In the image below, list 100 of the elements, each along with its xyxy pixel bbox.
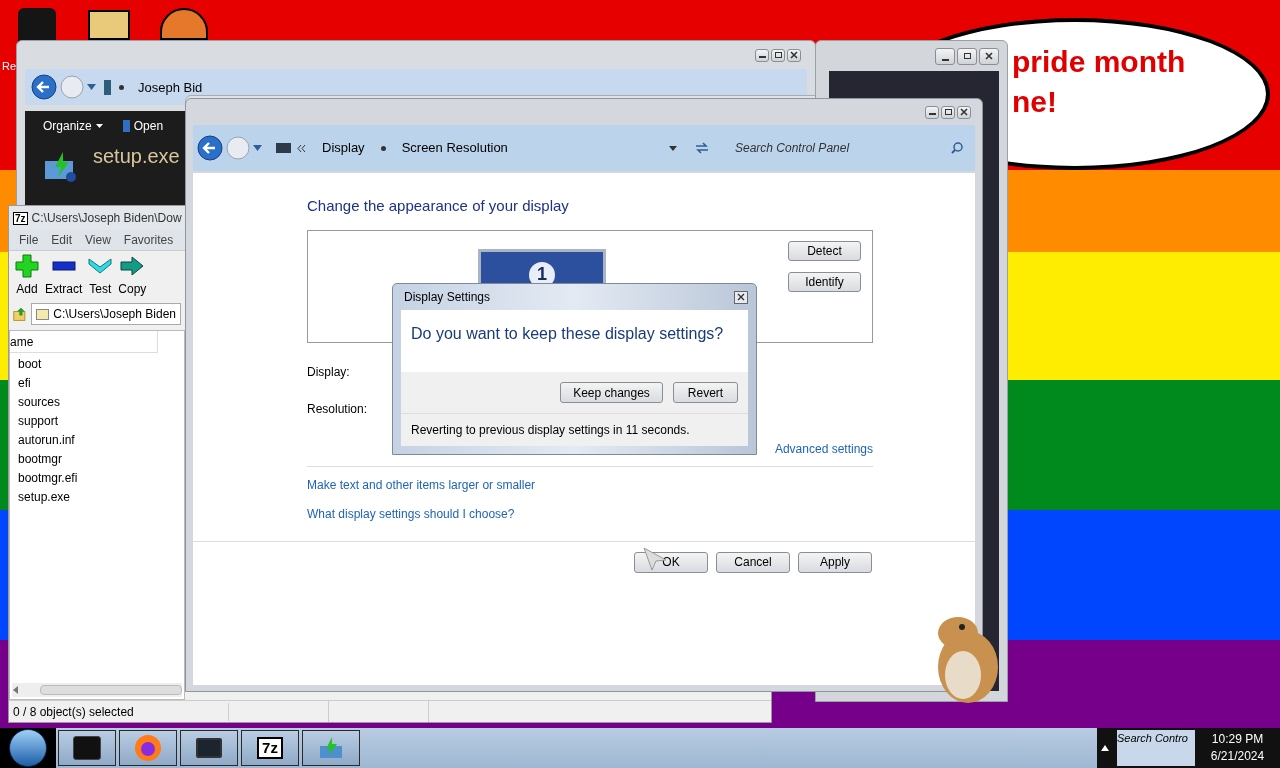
menu-item[interactable]: Edit bbox=[51, 231, 73, 249]
dialog-button[interactable]: Revert bbox=[673, 382, 738, 403]
file-row[interactable]: setup.exe bbox=[10, 488, 184, 507]
maximize-icon bbox=[774, 52, 782, 58]
desktop-icon bbox=[18, 8, 56, 42]
separator-icon bbox=[380, 145, 386, 151]
horizontal-scrollbar[interactable] bbox=[12, 683, 182, 697]
file-icon bbox=[122, 120, 130, 132]
taskbar-button[interactable] bbox=[119, 730, 177, 766]
countdown-text: Reverting to previous display settings in 11 seconds. bbox=[411, 422, 690, 439]
close-icon bbox=[737, 293, 745, 301]
file-row[interactable]: autorun.inf bbox=[10, 431, 184, 450]
separator-icon bbox=[119, 84, 124, 90]
path-field[interactable]: C:\Users\Joseph Biden bbox=[31, 303, 181, 325]
menu-item[interactable]: View bbox=[85, 231, 111, 249]
address-dropdown-icon[interactable] bbox=[669, 145, 677, 151]
file-row[interactable]: sources bbox=[10, 393, 184, 412]
clock[interactable]: 10:29 PM 6/21/2024 bbox=[1195, 731, 1280, 765]
toolbar-button[interactable]: Open bbox=[122, 117, 164, 135]
search-field[interactable]: Search Control Panel bbox=[727, 136, 971, 160]
file-row[interactable]: support bbox=[10, 412, 184, 431]
search-icon bbox=[951, 142, 963, 154]
display-icon bbox=[276, 143, 291, 153]
up-folder-button[interactable] bbox=[13, 305, 28, 323]
minimize-icon bbox=[941, 58, 949, 61]
close-button[interactable] bbox=[957, 105, 971, 119]
file-row[interactable]: bootmgr bbox=[10, 450, 184, 469]
advanced-settings-link[interactable]: Advanced settings bbox=[774, 439, 873, 458]
preview-button[interactable]: Detect bbox=[788, 240, 861, 261]
toolbar-button[interactable]: Test bbox=[88, 253, 113, 298]
history-dropdown-icon[interactable] bbox=[87, 84, 96, 90]
preview-title: setup.exe bbox=[93, 144, 180, 169]
history-dropdown-icon[interactable] bbox=[253, 145, 262, 151]
field-label: Resolution: bbox=[307, 400, 369, 418]
double-chevron-icon bbox=[297, 144, 306, 152]
monitor-icon bbox=[196, 738, 222, 758]
taskbar-button[interactable] bbox=[180, 730, 238, 766]
file-row[interactable]: boot bbox=[10, 355, 184, 374]
close-icon bbox=[960, 108, 968, 116]
file-row[interactable]: efi bbox=[10, 374, 184, 393]
minimize-icon bbox=[758, 55, 766, 58]
minimize-icon bbox=[928, 112, 936, 115]
minimize-button[interactable] bbox=[755, 48, 769, 62]
taskbar-button[interactable]: 7z bbox=[241, 730, 299, 766]
toolbar-button[interactable]: Extract bbox=[45, 253, 83, 298]
help-link[interactable]: What display settings should I choose? bbox=[307, 504, 873, 523]
maximize-button[interactable] bbox=[941, 105, 955, 119]
bubble-text: pride month bbox=[1012, 44, 1187, 80]
status-text: 0 / 8 object(s) selected bbox=[9, 702, 229, 721]
taskbar-button[interactable] bbox=[302, 730, 360, 766]
menu-item[interactable]: Favorites bbox=[123, 231, 174, 249]
dialog-button[interactable]: Cancel bbox=[716, 551, 790, 573]
refresh-icon[interactable] bbox=[695, 142, 709, 154]
archive-icon: 7z bbox=[257, 737, 283, 759]
minimize-button[interactable] bbox=[935, 47, 955, 65]
folder-icon bbox=[104, 79, 111, 95]
installer-icon bbox=[43, 151, 79, 183]
column-header[interactable]: ame bbox=[10, 331, 158, 353]
breadcrumb[interactable]: Display bbox=[322, 138, 365, 158]
terminal-icon bbox=[73, 736, 101, 760]
close-button[interactable] bbox=[734, 290, 748, 304]
toolbar-button[interactable]: Organize bbox=[43, 117, 103, 135]
maximize-button[interactable] bbox=[771, 48, 785, 62]
close-icon bbox=[985, 52, 993, 60]
maximize-icon bbox=[963, 53, 971, 59]
preview-button[interactable]: Identify bbox=[788, 271, 861, 292]
installer-icon bbox=[318, 736, 344, 760]
breadcrumb: Joseph Bid bbox=[138, 79, 203, 95]
dialog-button[interactable]: Keep changes bbox=[560, 382, 663, 403]
tray-preview[interactable]: Search Contro bbox=[1117, 730, 1195, 766]
browser-icon bbox=[133, 733, 163, 763]
back-button[interactable] bbox=[31, 74, 57, 100]
toolbar-button[interactable]: Copy bbox=[118, 253, 147, 298]
menu-item[interactable]: File bbox=[19, 231, 39, 249]
close-button[interactable] bbox=[979, 47, 999, 65]
close-icon bbox=[790, 51, 798, 59]
dialog-question: Do you want to keep these display settings? bbox=[411, 325, 724, 342]
start-button[interactable] bbox=[9, 729, 47, 767]
field-label: Display: bbox=[307, 363, 351, 381]
arrow-icon bbox=[120, 253, 145, 278]
toolbar-button[interactable]: Add bbox=[15, 253, 39, 298]
file-row[interactable]: bootmgr.efi bbox=[10, 469, 184, 488]
minimize-button[interactable] bbox=[925, 105, 939, 119]
tray-expand-icon[interactable] bbox=[1101, 745, 1109, 751]
maximize-icon bbox=[944, 109, 952, 115]
back-button[interactable] bbox=[197, 135, 223, 161]
taskbar-button[interactable] bbox=[58, 730, 116, 766]
breadcrumb[interactable]: Screen Resolution bbox=[401, 138, 508, 158]
desktop-icon-label: Re bbox=[2, 59, 17, 74]
maximize-button[interactable] bbox=[957, 47, 977, 65]
bubble-text: ne! bbox=[1012, 84, 1058, 120]
help-link[interactable]: Make text and other items larger or smaller bbox=[307, 475, 873, 494]
left-arrow-icon bbox=[12, 686, 20, 694]
page-heading: Change the appearance of your display bbox=[307, 196, 570, 216]
plus-icon bbox=[15, 253, 39, 278]
dialog-button[interactable]: Apply bbox=[798, 551, 872, 573]
app-icon: 7z bbox=[13, 211, 28, 225]
desktop-icon bbox=[88, 10, 130, 40]
close-button[interactable] bbox=[787, 48, 801, 62]
window-title: C:\Users\Joseph Biden\Dow bbox=[31, 210, 182, 227]
